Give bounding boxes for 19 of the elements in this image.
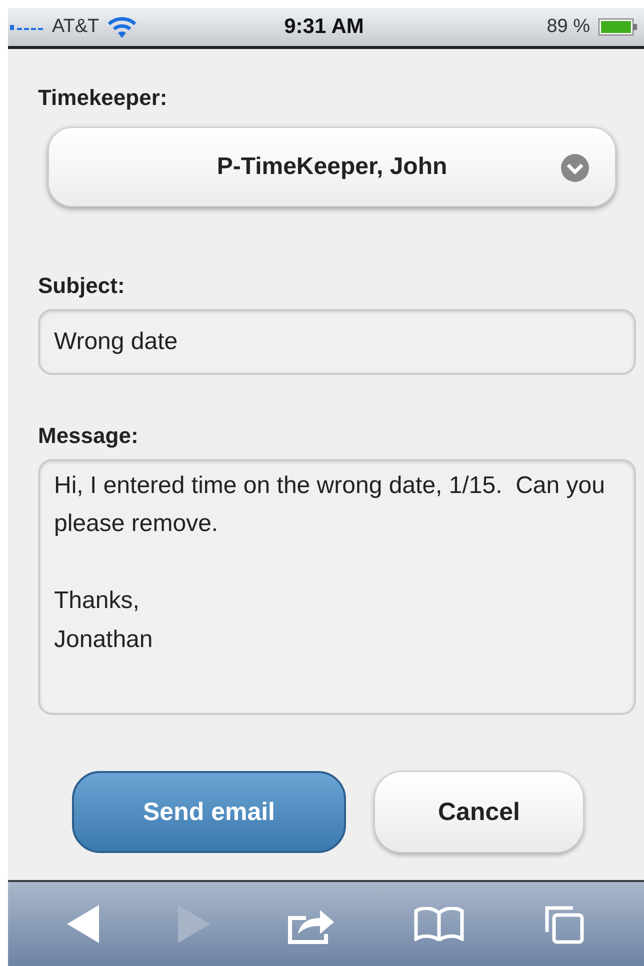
battery-icon — [598, 18, 638, 36]
chevron-down-icon — [561, 154, 589, 182]
carrier-name: AT&T — [52, 16, 100, 38]
status-time: 9:31 AM — [284, 15, 364, 39]
wifi-icon — [107, 15, 138, 39]
book-icon — [414, 907, 464, 941]
send-button[interactable]: Send email — [72, 771, 346, 853]
timekeeper-select[interactable]: P-TimeKeeper, John — [48, 127, 616, 207]
back-icon — [67, 905, 100, 943]
field-label: Message: — [38, 423, 138, 449]
signal-icon — [10, 23, 44, 31]
field-label: Timekeeper: — [38, 85, 168, 111]
message-field[interactable]: Hi, I entered time on the wrong date, 1/15. Can you please remove. Thanks, Jonathan — [38, 459, 636, 715]
forward-icon — [178, 905, 210, 943]
tabs-icon — [542, 904, 585, 944]
field-label: Subject: — [38, 273, 125, 299]
battery-percent: 89 % — [546, 16, 590, 38]
subject-field[interactable]: Wrong date — [38, 309, 636, 375]
cancel-button[interactable]: Cancel — [374, 771, 584, 853]
